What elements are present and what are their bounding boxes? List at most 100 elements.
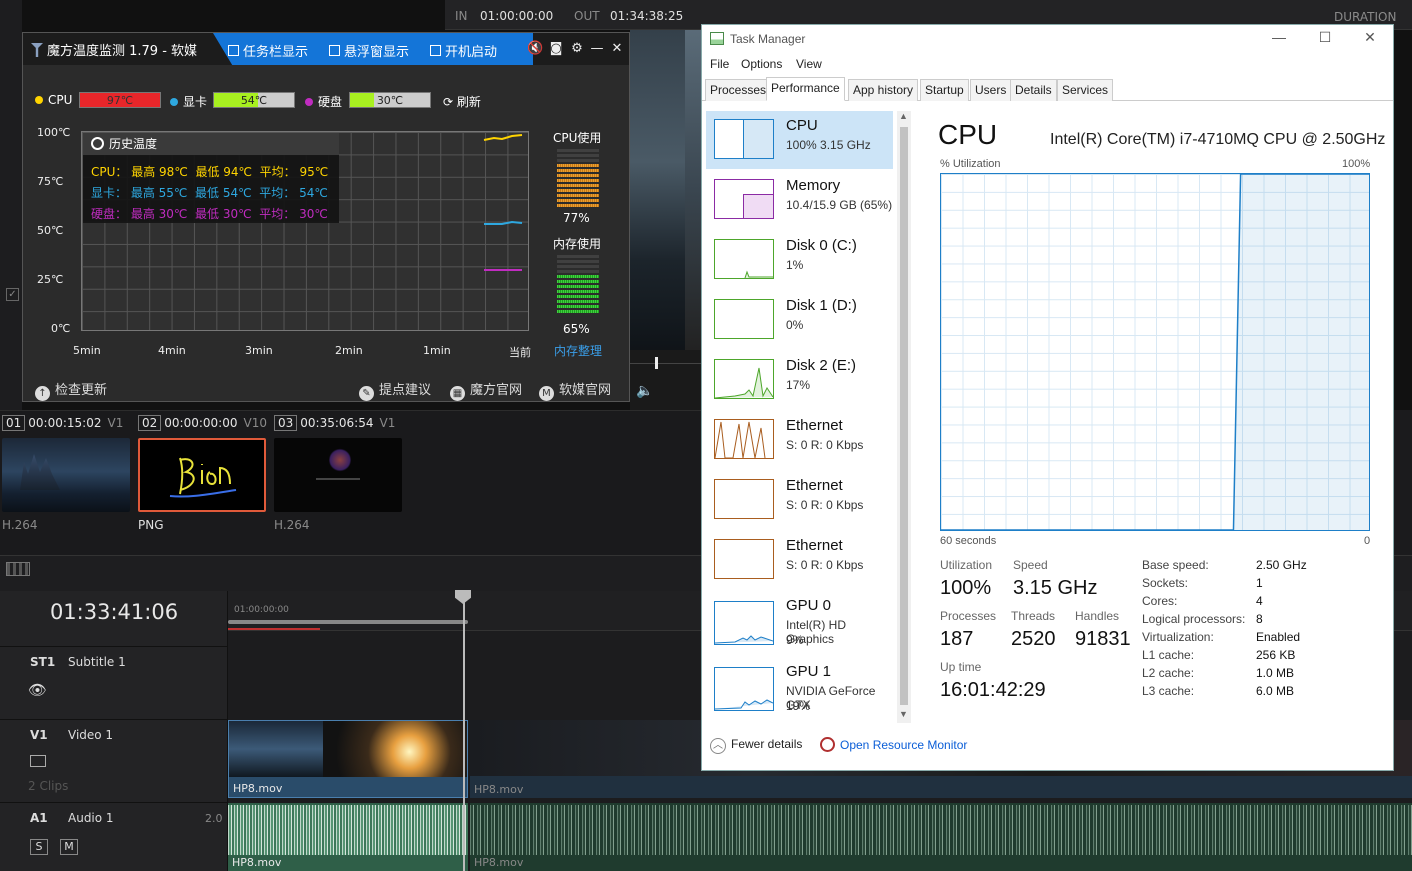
taskbar-display-checkbox[interactable]: 任务栏显示 (228, 41, 308, 60)
camera-icon[interactable]: ◙ (548, 41, 564, 56)
resource-disk1[interactable]: Disk 1 (D:) 0% (706, 291, 893, 349)
volume-icon[interactable]: 🔈 (636, 383, 653, 399)
threads-label: Threads (1011, 609, 1056, 623)
temp-monitor-title: 魔方温度监测 1.79 - 软媒 (31, 40, 197, 59)
gauge-segment (557, 310, 599, 313)
task-manager-footer: ︿ Fewer details Open Resource Monitor (702, 731, 1393, 771)
cpu-temp-line (483, 134, 523, 141)
ruanmei-site-link[interactable]: M 软媒官网 (539, 379, 611, 401)
cpu-sparkline (714, 119, 774, 159)
resource-ethernet-1[interactable]: Ethernet S: 0 R: 0 Kbps (706, 411, 893, 469)
cpu-dot-icon (35, 96, 43, 104)
mofang-site-link[interactable]: ▦ 魔方官网 (450, 379, 522, 401)
gauge-segment (557, 159, 599, 162)
gauge-segment (557, 174, 599, 177)
tab-details[interactable]: Details (1010, 79, 1057, 101)
floating-window-checkbox[interactable]: 悬浮窗显示 (329, 41, 409, 60)
resource-gpu0[interactable]: GPU 0 Intel(R) HD Graphics 9% (706, 591, 893, 655)
resource-gpu1[interactable]: GPU 1 NVIDIA GeForce GTX 19% (706, 657, 893, 721)
tab-users[interactable]: Users (970, 79, 1012, 101)
check-update-link[interactable]: ↑ 检查更新 (35, 379, 107, 401)
mem-clean-link[interactable]: 内存整理 (554, 342, 602, 359)
menu-file[interactable]: File (710, 57, 729, 71)
close-button[interactable]: ✕ (1350, 29, 1390, 49)
startup-checkbox[interactable]: 开机启动 (430, 41, 497, 60)
speed-label: Speed (1013, 558, 1048, 572)
tab-processes[interactable]: Processes (705, 79, 772, 101)
media-clip-3[interactable]: 03 00:35:06:54 V1 H.264 (274, 415, 404, 535)
gauge-segment (557, 300, 599, 303)
x-tick-1min: 1min (423, 344, 451, 357)
solo-button[interactable]: S (30, 839, 48, 855)
spec-row: Base speed: 2.50 GHz (1142, 558, 1307, 572)
gauge-segment (557, 154, 599, 157)
speed-value: 3.15 GHz (1013, 577, 1098, 599)
resource-ethernet-2[interactable]: Ethernet S: 0 R: 0 Kbps (706, 471, 893, 529)
ethernet1-sparkline (714, 419, 774, 459)
audio-clip-1[interactable]: HP8.mov (228, 803, 468, 871)
mute-icon[interactable]: 🔇 (527, 41, 543, 56)
resource-ethernet-3[interactable]: Ethernet S: 0 R: 0 Kbps (706, 531, 893, 589)
clip-timecode: 00:00:00:00 (164, 416, 238, 430)
viewer-scrubber[interactable] (655, 357, 658, 369)
tab-startup[interactable]: Startup (920, 79, 969, 101)
mute-button[interactable]: M (60, 839, 78, 855)
tab-services[interactable]: Services (1057, 79, 1114, 101)
checkbox-icon[interactable]: ✓ (6, 288, 19, 301)
clip-thumbnail[interactable] (274, 438, 402, 512)
track-name[interactable]: Audio 1 (68, 811, 114, 825)
media-clip-2[interactable]: 02 00:00:00:00 V10 PNG (138, 415, 268, 535)
track-name[interactable]: Video 1 (68, 728, 113, 742)
in-value[interactable]: 01:00:00:00 (480, 9, 553, 23)
ethernet3-sparkline (714, 539, 774, 579)
open-resource-monitor-link[interactable]: Open Resource Monitor (820, 737, 967, 752)
gpu-temp-line (484, 220, 523, 225)
timeline-view-icon[interactable] (6, 562, 30, 576)
history-temp-title: 历史温度 (83, 133, 339, 155)
menu-view[interactable]: View (796, 57, 822, 71)
refresh-button[interactable]: ⟳ 刷新 (443, 93, 481, 110)
minimize-icon[interactable]: — (589, 41, 605, 56)
video-clip-1[interactable]: HP8.mov (228, 720, 468, 798)
tab-app-history[interactable]: App history (848, 79, 919, 101)
resource-name: GPU 0 (786, 597, 832, 614)
cpu-usage-value: 77% (563, 211, 590, 225)
task-manager-title: Task Manager (730, 32, 806, 46)
cpu-heading: CPU (938, 119, 998, 150)
clip-thumbnail-signature[interactable] (138, 438, 266, 512)
task-manager-titlebar[interactable]: Task Manager — ☐ ✕ (702, 25, 1393, 53)
fewer-details-button[interactable]: ︿ Fewer details (710, 737, 802, 754)
out-value[interactable]: 01:34:38:25 (610, 9, 683, 23)
timeline-timecode[interactable]: 01:33:41:06 (0, 591, 228, 631)
scroll-down-icon: ▼ (899, 709, 908, 719)
m-logo-icon: M (539, 386, 554, 401)
eye-icon[interactable]: 👁 (28, 681, 47, 699)
gpu-temp-label: 显卡 (170, 93, 207, 110)
scrollbar-thumb[interactable] (900, 127, 908, 705)
y-tick-0: 0℃ (51, 322, 71, 335)
disk-dot-icon (305, 98, 313, 106)
tab-performance[interactable]: Performance (766, 77, 845, 101)
clip-number: 02 (138, 415, 162, 431)
minimize-button[interactable]: — (1259, 29, 1299, 49)
clip-thumbnail[interactable] (2, 438, 130, 512)
suggest-link[interactable]: ✎ 提点建议 (359, 379, 431, 401)
menu-options[interactable]: Options (741, 57, 782, 71)
spec-row: L2 cache: 1.0 MB (1142, 666, 1295, 680)
track-name[interactable]: Subtitle 1 (68, 655, 126, 669)
resource-memory[interactable]: Memory 10.4/15.9 GB (65%) (706, 171, 893, 229)
playhead[interactable] (463, 591, 465, 871)
monitor-icon[interactable] (30, 755, 46, 767)
resource-sub: 100% 3.15 GHz (786, 138, 871, 152)
audio-clip-2[interactable]: HP8.mov (470, 803, 1412, 871)
close-icon[interactable]: ✕ (609, 41, 625, 56)
y-tick-25: 25℃ (37, 273, 64, 286)
resource-cpu[interactable]: CPU 100% 3.15 GHz (706, 111, 893, 169)
disk-temp-bar: 30℃ (349, 92, 431, 108)
maximize-button[interactable]: ☐ (1305, 29, 1345, 49)
media-clip-1[interactable]: 01 00:00:15:02 V1 H.264 (2, 415, 132, 535)
resource-disk0[interactable]: Disk 0 (C:) 1% (706, 231, 893, 289)
resource-disk2[interactable]: Disk 2 (E:) 17% (706, 351, 893, 409)
gear-icon[interactable]: ⚙ (569, 41, 585, 56)
resource-name: Disk 2 (E:) (786, 357, 857, 374)
